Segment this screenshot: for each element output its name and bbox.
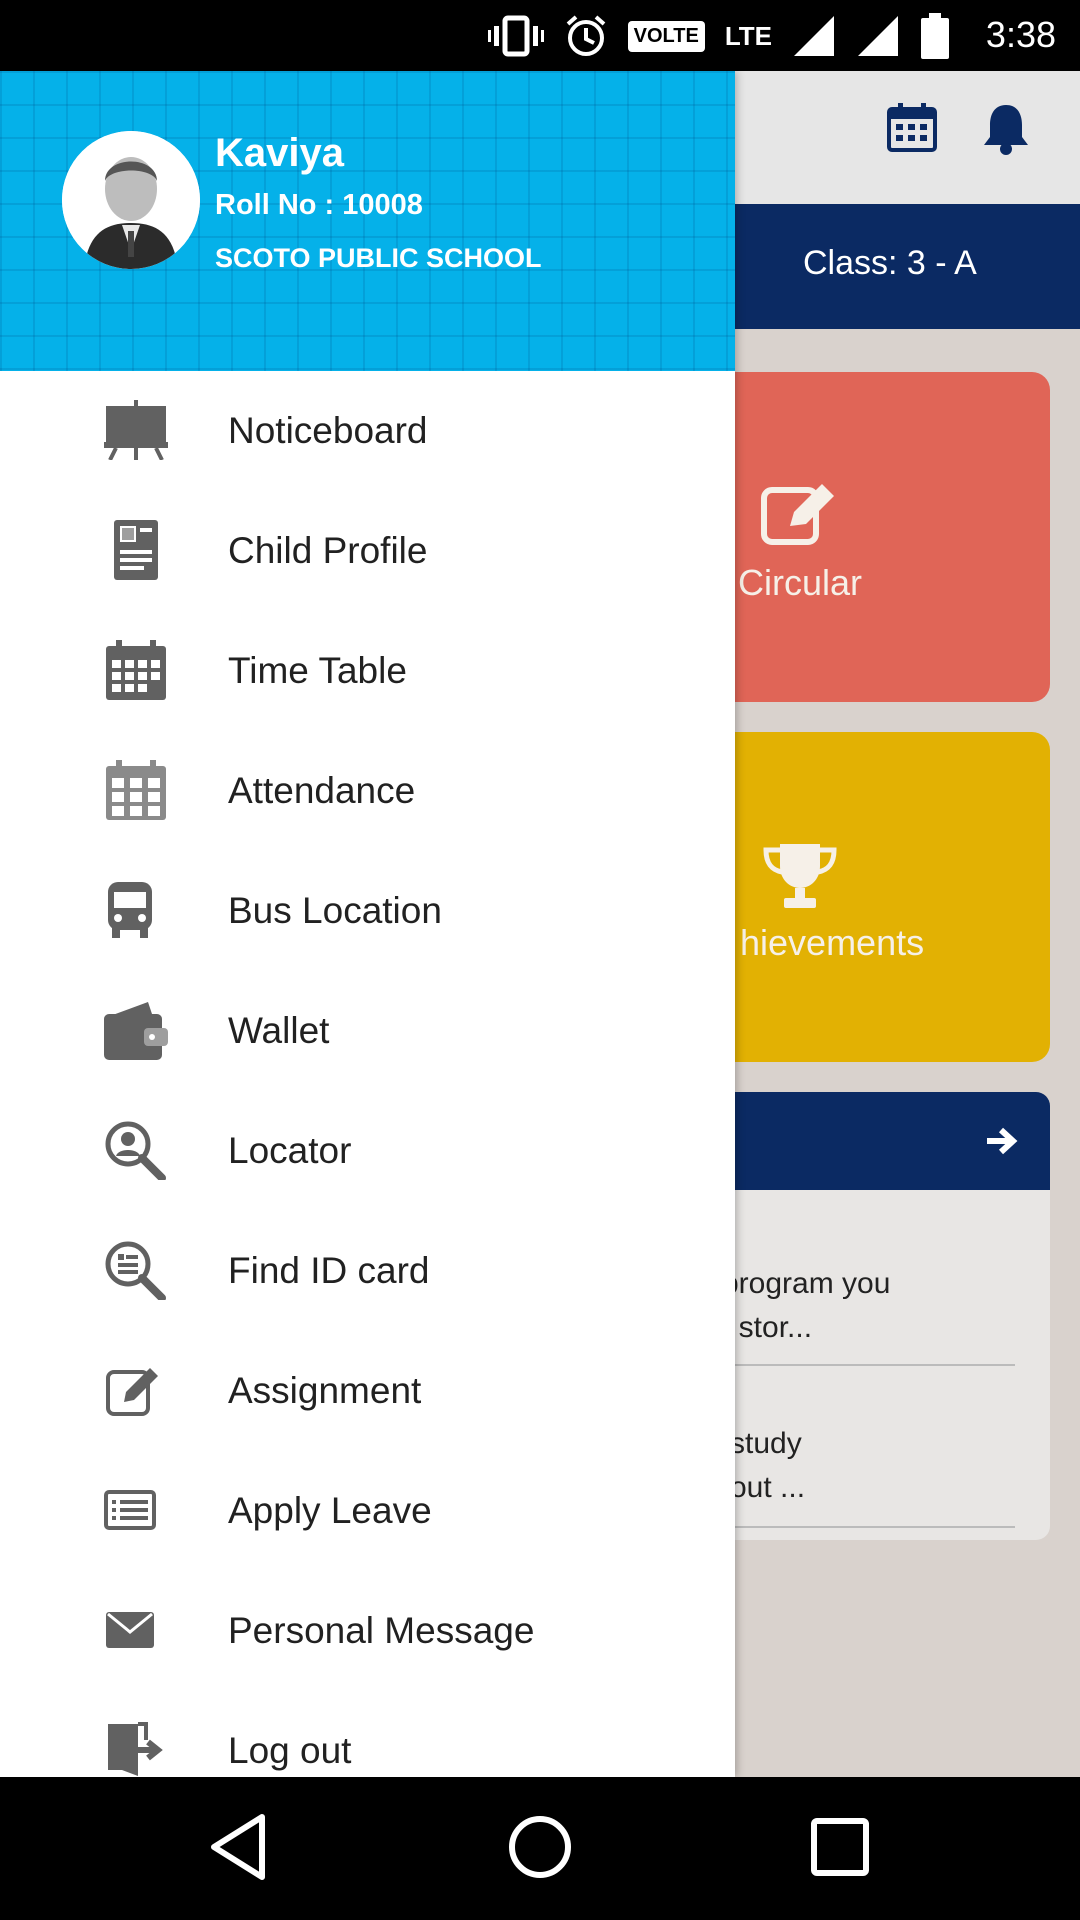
status-bar: VOLTE LTE 3:38 [0, 0, 1080, 71]
menu-item-bus-location[interactable]: Bus Location [0, 850, 735, 970]
class-label: Class: 3 - A [803, 244, 977, 282]
trophy-icon [763, 844, 837, 908]
menu-item-personal-message[interactable]: Personal Message [0, 1570, 735, 1690]
list-icon [104, 1490, 156, 1530]
drawer-header: Kaviya Roll No : 10008 SCOTO PUBLIC SCHO… [0, 71, 735, 371]
battery-icon [921, 13, 949, 59]
envelope-icon [106, 1612, 154, 1648]
menu-item-log-out[interactable]: Log out [0, 1690, 735, 1777]
menu-item-label: Apply Leave [228, 1490, 432, 1531]
calendar-icon [106, 640, 166, 700]
menu-item-noticeboard[interactable]: Noticeboard [0, 370, 735, 490]
clock: 3:38 [985, 14, 1056, 55]
menu-item-find-id-card[interactable]: Find ID card [0, 1210, 735, 1330]
easel-icon [104, 400, 168, 460]
divider [735, 1526, 1015, 1528]
menu-item-label: Wallet [228, 1010, 330, 1051]
menu-item-child-profile[interactable]: Child Profile [0, 490, 735, 610]
recents-icon[interactable] [800, 1807, 880, 1887]
list-item[interactable]: study out ... [730, 1422, 805, 1510]
profile-school: SCOTO PUBLIC SCHOOL [215, 243, 542, 273]
menu-item-assignment[interactable]: Assignment [0, 1330, 735, 1450]
bus-icon [108, 882, 152, 938]
person-avatar-icon [62, 131, 200, 269]
edit-icon [106, 1368, 158, 1416]
logout-icon [108, 1722, 163, 1776]
menu-item-label: Time Table [228, 650, 407, 691]
menu-item-time-table[interactable]: Time Table [0, 610, 735, 730]
menu-item-label: Find ID card [228, 1250, 430, 1291]
profile-name: Kaviya [215, 131, 344, 175]
calendar-icon[interactable] [886, 101, 938, 153]
menu-item-attendance[interactable]: Attendance [0, 730, 735, 850]
menu-item-label: Locator [228, 1130, 352, 1171]
profile-roll-number: Roll No : 10008 [215, 189, 423, 221]
signal-icon [858, 16, 898, 56]
vibrate-icon [487, 15, 544, 57]
menu-item-label: Child Profile [228, 530, 428, 571]
back-icon[interactable] [200, 1807, 280, 1887]
edit-icon [761, 484, 834, 545]
menu-item-label: Assignment [228, 1370, 422, 1411]
menu-item-label: Attendance [228, 770, 416, 811]
menu-item-apply-leave[interactable]: Apply Leave [0, 1450, 735, 1570]
id-document-icon [114, 520, 158, 580]
signal-icon [794, 16, 834, 56]
person-search-icon [105, 1121, 166, 1180]
menu-item-label: Log out [228, 1730, 352, 1771]
menu-item-label: Bus Location [228, 890, 442, 931]
achievements-label: hievements [740, 922, 925, 963]
avatar[interactable] [62, 131, 200, 269]
alarm-icon [566, 15, 605, 56]
wallet-icon [104, 1002, 168, 1060]
calendar-grid-icon [106, 760, 166, 820]
menu-item-label: Noticeboard [228, 410, 428, 451]
divider [735, 1364, 1015, 1366]
id-search-icon [105, 1241, 166, 1300]
arrow-right-icon[interactable] [985, 1124, 1019, 1158]
navigation-drawer: Kaviya Roll No : 10008 SCOTO PUBLIC SCHO… [0, 71, 735, 1777]
bell-icon[interactable] [980, 101, 1032, 155]
system-navigation-bar [0, 1777, 1080, 1920]
status-icons: VOLTE LTE [487, 10, 950, 62]
menu-item-wallet[interactable]: Wallet [0, 970, 735, 1090]
list-item[interactable]: program you f stor... [722, 1262, 890, 1350]
menu-item-locator[interactable]: Locator [0, 1090, 735, 1210]
menu-item-label: Personal Message [228, 1610, 535, 1651]
circular-label: Circular [738, 562, 863, 603]
lte-icon: LTE [724, 21, 772, 51]
volte-icon: VOLTE [627, 20, 705, 52]
home-icon[interactable] [500, 1807, 580, 1887]
